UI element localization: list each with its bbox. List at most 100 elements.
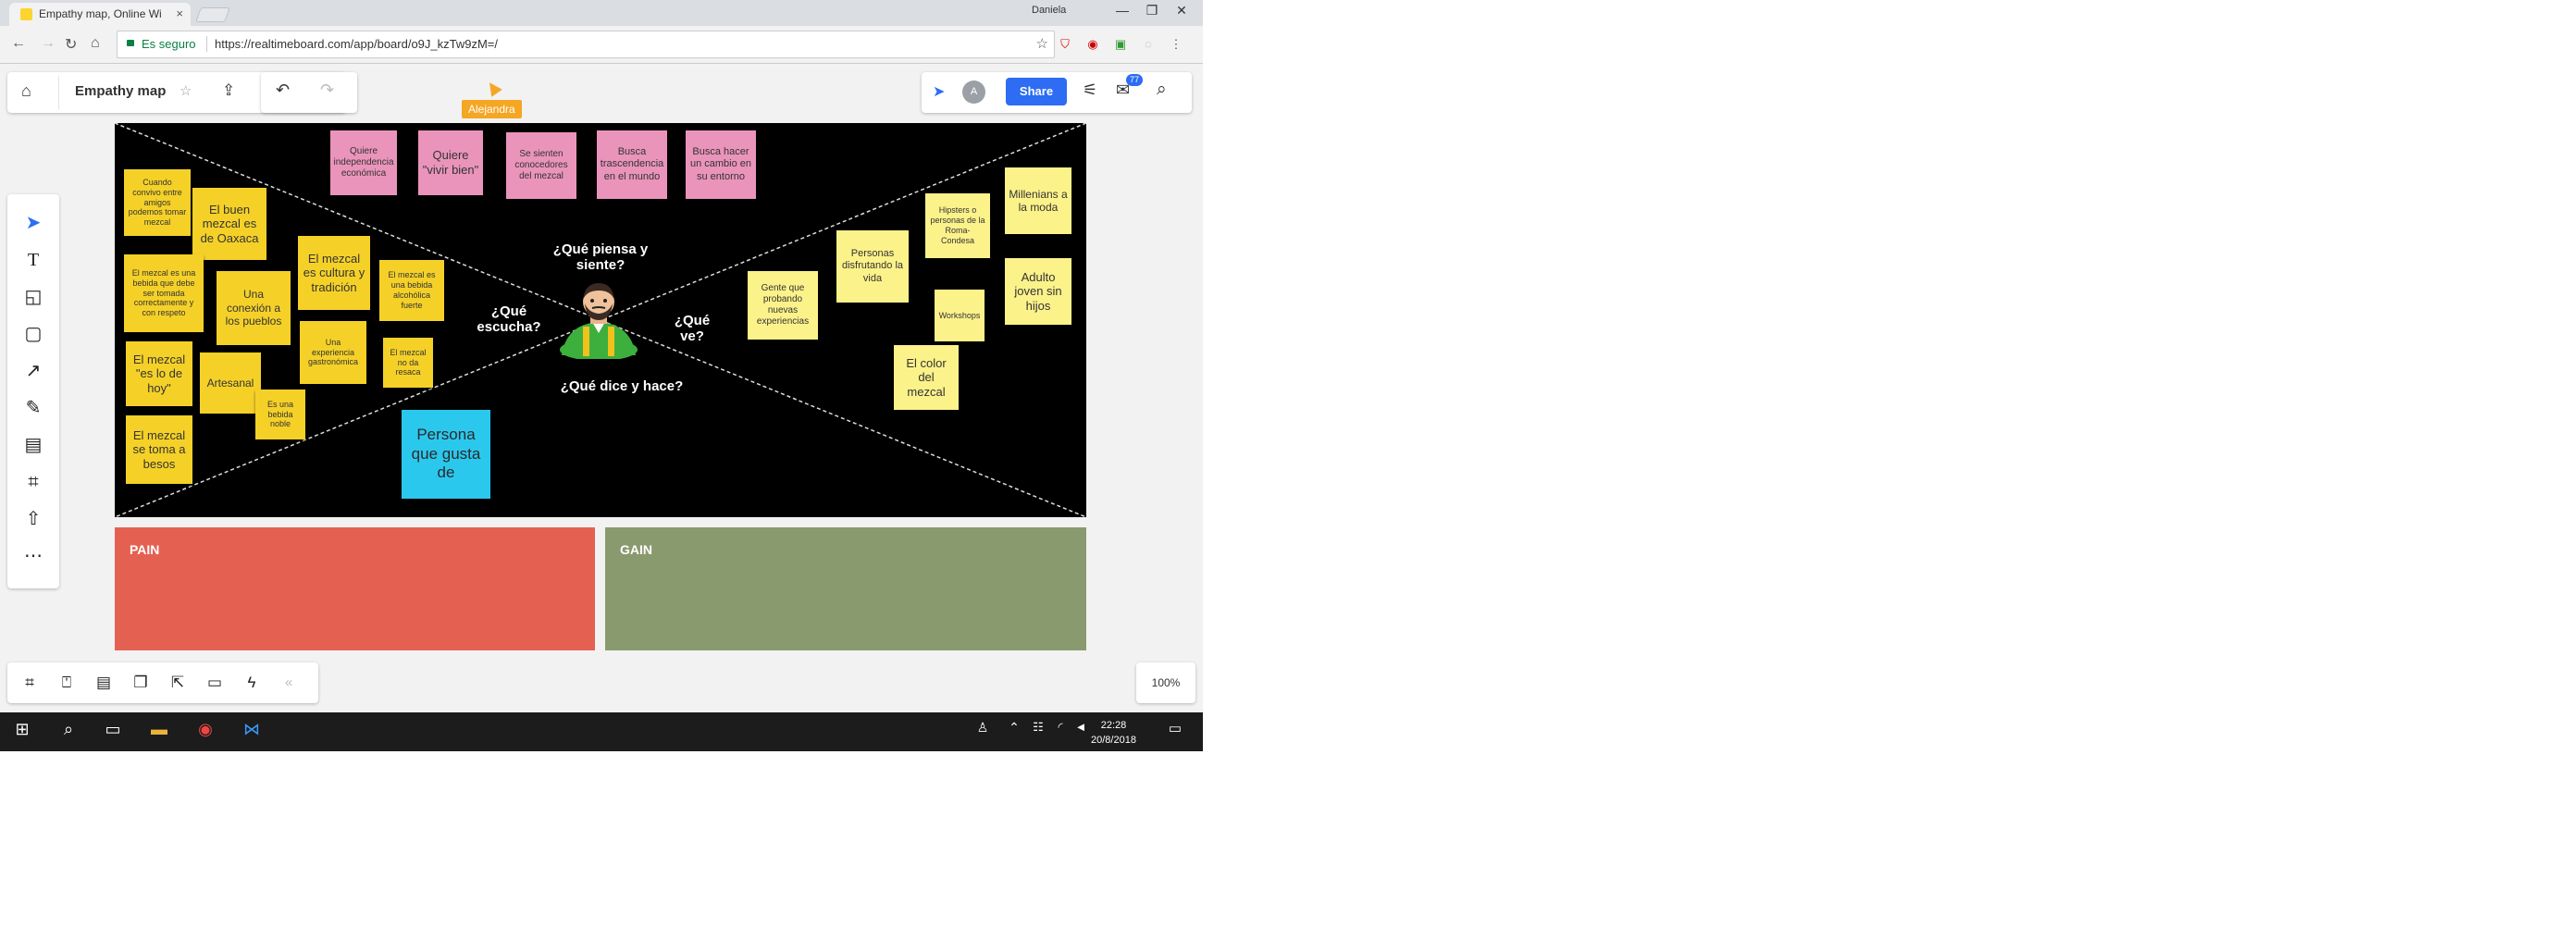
forward-arrow-icon[interactable]: → bbox=[41, 35, 56, 52]
sticky-note[interactable]: Adulto joven sin hijos bbox=[1005, 258, 1071, 325]
chat-icon[interactable]: ❐ bbox=[122, 669, 159, 697]
back-arrow-icon[interactable]: ← bbox=[11, 35, 26, 52]
upload-tool-icon[interactable]: ⇧ bbox=[15, 505, 52, 533]
export-upload-icon[interactable]: ⇪ bbox=[222, 81, 235, 100]
pain-area[interactable]: PAIN bbox=[115, 527, 595, 650]
file-explorer-icon[interactable]: ▬ bbox=[142, 720, 176, 739]
empathy-map-board[interactable]: Quiere independencia económica Quiere "v… bbox=[115, 123, 1086, 517]
pointer-cursor-icon[interactable]: ➤ bbox=[933, 82, 945, 101]
notification-count-badge: 77 bbox=[1126, 74, 1144, 86]
sticky-note[interactable]: Busca hacer un cambio en su entorno bbox=[686, 130, 756, 199]
sticky-note[interactable]: Workshops bbox=[935, 290, 985, 341]
sticky-note[interactable]: Una conexión a los pueblos bbox=[217, 271, 291, 345]
bookmark-star-icon[interactable]: ☆ bbox=[1036, 35, 1048, 52]
chrome-menu-icon[interactable]: ⋮ bbox=[1168, 36, 1184, 53]
home-icon[interactable]: ⌂ bbox=[21, 81, 31, 101]
share-button[interactable]: Share bbox=[1006, 78, 1067, 105]
sticky-note[interactable]: El mezcal no da resaca bbox=[383, 338, 433, 388]
question-hears: ¿Qué escucha? bbox=[477, 303, 541, 336]
chrome-icon[interactable]: ◉ bbox=[189, 720, 222, 739]
realtimeboard-favicon-icon bbox=[20, 8, 32, 20]
frame-tool-icon[interactable]: ⌗ bbox=[15, 468, 52, 496]
url-text[interactable]: https://realtimeboard.com/app/board/o9J_… bbox=[215, 37, 498, 51]
home-icon[interactable]: ⌂ bbox=[91, 35, 100, 52]
present-icon[interactable]: ⍞ bbox=[48, 669, 85, 697]
search-icon[interactable]: ⌕ bbox=[52, 720, 85, 739]
text-tool-icon[interactable]: T bbox=[15, 246, 52, 274]
more-tools-icon[interactable]: ⋯ bbox=[15, 542, 52, 570]
browser-tab-active[interactable]: Empathy map, Online Wi × bbox=[9, 3, 191, 26]
chrome-profile-badge[interactable]: Daniela bbox=[1032, 5, 1066, 16]
sticky-note[interactable]: Millenians a la moda bbox=[1005, 167, 1071, 234]
sticky-note[interactable]: El mezcal es una bebida que debe ser tom… bbox=[124, 254, 204, 332]
question-says-does: ¿Qué dice y hace? bbox=[560, 378, 684, 394]
shape-tool-icon[interactable]: ▢ bbox=[15, 320, 52, 348]
reload-icon[interactable]: ↻ bbox=[65, 35, 77, 54]
action-center-icon[interactable]: ▭ bbox=[1158, 720, 1192, 736]
collapse-chevron-icon[interactable]: « bbox=[270, 669, 307, 697]
sticky-note[interactable]: Hipsters o personas de la Roma-Condesa bbox=[925, 193, 990, 258]
pen-tool-icon[interactable]: ✎ bbox=[15, 394, 52, 422]
left-toolbar: ➤ T ◱ ▢ ↗ ✎ ▤ ⌗ ⇧ ⋯ bbox=[7, 194, 59, 588]
sticky-note[interactable]: Busca trascendencia en el mundo bbox=[597, 130, 667, 199]
frames-icon[interactable]: ⌗ bbox=[11, 669, 48, 697]
user-avatar[interactable]: A bbox=[962, 80, 985, 104]
screenshot: Empathy map, Online Wi × Daniela — ❐ ✕ ←… bbox=[0, 0, 1203, 751]
tab-close-icon[interactable]: × bbox=[176, 6, 183, 20]
settings-sliders-icon[interactable]: ⚟ bbox=[1083, 80, 1097, 100]
sticky-note-persona[interactable]: Persona que gusta de bbox=[402, 410, 490, 499]
minimize-button[interactable]: — bbox=[1108, 3, 1136, 18]
taskbar-clock[interactable]: 22:28 20/8/2018 bbox=[1091, 718, 1136, 748]
activity-lightning-icon[interactable]: ϟ bbox=[233, 669, 270, 697]
gain-area[interactable]: GAIN bbox=[605, 527, 1086, 650]
sticky-note[interactable]: Gente que probando nuevas experiencias bbox=[748, 271, 818, 340]
sticky-note[interactable]: Una experiencia gastronómica bbox=[300, 321, 366, 384]
tab-title: Empathy map, Online Wi bbox=[39, 7, 162, 20]
persona-avatar-icon bbox=[560, 283, 638, 359]
sticky-note[interactable]: Quiere "vivir bien" bbox=[418, 130, 483, 195]
sticky-note[interactable]: El mezcal "es lo de hoy" bbox=[126, 341, 192, 406]
extension-opera-icon[interactable]: ◉ bbox=[1084, 36, 1101, 53]
video-call-icon[interactable]: ▭ bbox=[196, 669, 233, 697]
clock-time: 22:28 bbox=[1100, 720, 1127, 731]
collaborator-cursor-icon bbox=[484, 79, 502, 97]
new-tab-button[interactable] bbox=[195, 7, 230, 22]
extension-gray-icon[interactable]: ◌ bbox=[1140, 36, 1157, 53]
select-tool-icon[interactable]: ➤ bbox=[15, 209, 52, 237]
extension-shield-icon[interactable]: ⛉ bbox=[1057, 36, 1073, 53]
comments-icon[interactable]: ▤ bbox=[85, 669, 122, 697]
sticky-note-tool-icon[interactable]: ◱ bbox=[15, 283, 52, 311]
undo-icon[interactable]: ↶ bbox=[276, 80, 290, 100]
share-screen-icon[interactable]: ⇱ bbox=[159, 669, 196, 697]
favorite-star-icon[interactable]: ☆ bbox=[180, 82, 192, 99]
windows-start-icon[interactable]: ⊞ bbox=[6, 720, 39, 739]
address-bar[interactable]: Es seguro https://realtimeboard.com/app/… bbox=[117, 31, 1055, 58]
bottom-toolbar: ⌗ ⍞ ▤ ❐ ⇱ ▭ ϟ « bbox=[7, 662, 318, 703]
zoom-level[interactable]: 100% bbox=[1136, 662, 1195, 703]
windows-taskbar: ⊞ ⌕ ▭ ▬ ◉ ⋈ ♙ ⌃ ☷ ◜ ◄ 22:28 20/8/2018 ▭ bbox=[0, 712, 1203, 751]
sticky-note[interactable]: El mezcal se toma a besos bbox=[126, 415, 192, 484]
connector-tool-icon[interactable]: ↗ bbox=[15, 357, 52, 385]
sticky-note[interactable]: Personas disfrutando la vida bbox=[836, 230, 909, 303]
redo-icon[interactable]: ↷ bbox=[320, 80, 334, 100]
task-view-icon[interactable]: ▭ bbox=[96, 720, 130, 739]
sticky-note[interactable]: El mezcal es una bebida alcohólica fuert… bbox=[379, 260, 444, 321]
sticky-note[interactable]: Es una bebida noble bbox=[255, 390, 305, 439]
vscode-icon[interactable]: ⋈ bbox=[235, 720, 268, 739]
people-icon[interactable]: ♙ bbox=[966, 720, 999, 736]
sticky-note[interactable]: Se sienten conocedores del mezcal bbox=[506, 132, 576, 199]
sticky-note[interactable]: El mezcal es cultura y tradición bbox=[298, 236, 370, 310]
search-icon[interactable]: ⌕ bbox=[1157, 80, 1167, 100]
extension-puzzle-icon[interactable]: ▣ bbox=[1112, 36, 1129, 53]
sticky-note[interactable]: Artesanal bbox=[200, 352, 261, 414]
board-title[interactable]: Empathy map bbox=[75, 83, 166, 99]
maximize-button[interactable]: ❐ bbox=[1138, 3, 1166, 19]
sticky-note[interactable]: El color del mezcal bbox=[894, 345, 959, 410]
sticky-note[interactable]: Cuando convivo entre amigos podemos toma… bbox=[124, 169, 191, 236]
clock-date: 20/8/2018 bbox=[1091, 735, 1136, 746]
sticky-note[interactable]: Quiere independencia económica bbox=[330, 130, 397, 195]
collaborator-cursor-label: Alejandra bbox=[462, 100, 522, 118]
close-window-button[interactable]: ✕ bbox=[1168, 3, 1195, 19]
sticky-note[interactable]: El buen mezcal es de Oaxaca bbox=[192, 188, 266, 260]
comment-tool-icon[interactable]: ▤ bbox=[15, 431, 52, 459]
